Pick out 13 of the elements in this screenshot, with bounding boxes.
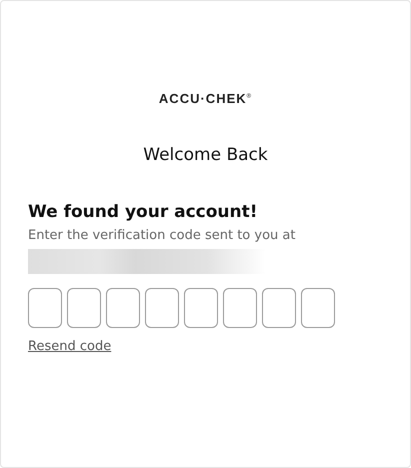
code-input-field[interactable]	[145, 288, 179, 328]
instruction-text: Enter the verification code sent to you at	[28, 228, 296, 243]
code-input-field[interactable]	[262, 288, 296, 328]
code-input-field[interactable]	[28, 288, 62, 328]
code-input-field[interactable]	[301, 288, 335, 328]
page-title: Welcome Back	[143, 145, 268, 165]
heading: We found your account!	[28, 202, 258, 222]
code-input-field[interactable]	[184, 288, 218, 328]
resend-link[interactable]: Resend code	[28, 339, 112, 354]
code-input-field[interactable]	[223, 288, 257, 328]
logo: ACCU·CHEK$^{®}$	[158, 91, 252, 106]
code-input-field[interactable]	[67, 288, 101, 328]
code-input-field[interactable]	[106, 288, 140, 328]
